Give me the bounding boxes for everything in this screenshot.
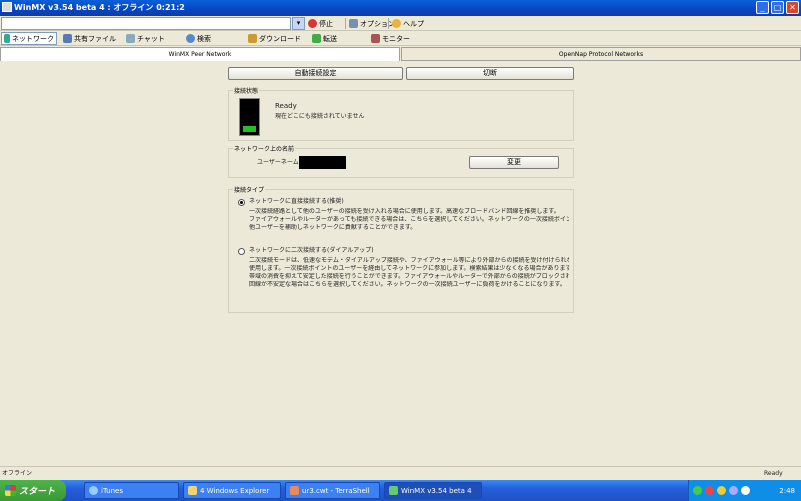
- clock: 2:48: [779, 486, 795, 495]
- taskbar-item[interactable]: 4 Windows Explorer: [183, 482, 281, 499]
- group-title: ネットワーク上の名前: [233, 144, 296, 153]
- disconnect-button[interactable]: 切断: [406, 67, 574, 80]
- stop-button[interactable]: 停止: [308, 17, 333, 30]
- taskbar-item[interactable]: ur3.cwt - TerraShell: [285, 482, 380, 499]
- taskbar-item[interactable]: iTunes: [84, 482, 179, 499]
- close-button[interactable]: ✕: [786, 1, 799, 14]
- secondary-desc-line: 二次接続モードは、低速なモデム・ダイアルアップ接続や、ファイアウォール等により外…: [249, 257, 569, 264]
- status-bar: オフライン Ready: [0, 466, 801, 480]
- meter-fill: [243, 126, 256, 132]
- secondary-desc-line: 回線が不安定な場合はこちらを選択してください。ネットワークの一次接続ユーザーに負…: [249, 281, 566, 288]
- tab-download[interactable]: ダウンロード: [246, 32, 303, 45]
- tab-network[interactable]: ネットワーク: [1, 32, 57, 45]
- connection-type-group: 接続タイプ ネットワークに直接接続する(推奨) 一次接続経路として他のユーザーの…: [228, 185, 574, 313]
- secondary-connection-label[interactable]: ネットワークに二次接続する(ダイアルアップ): [249, 247, 374, 255]
- group-title: 接続タイプ: [233, 185, 266, 194]
- tab-search[interactable]: 検索: [184, 32, 213, 45]
- minimize-button[interactable]: _: [756, 1, 769, 14]
- stop-icon: [308, 19, 317, 28]
- network-icon: [4, 34, 10, 43]
- connection-meter: [239, 98, 260, 136]
- toolbar-divider: [388, 18, 389, 29]
- search-icon: [186, 34, 195, 43]
- tab-winmx-peer-network[interactable]: WinMX Peer Network: [0, 47, 400, 61]
- secondary-desc-line: 帯域の消費を抑えて安定した接続を行うことができます。ファイアウォールやルーターで…: [249, 273, 569, 280]
- group-title: 接続状態: [233, 86, 260, 95]
- tab-monitor[interactable]: モニター: [369, 32, 412, 45]
- tab-shared-files[interactable]: 共有ファイル: [61, 32, 118, 45]
- title-bar: WinMX v3.54 beta 4 : オフライン 0:21:2 _ □ ✕: [0, 0, 801, 16]
- taskbar-item-active[interactable]: WinMX v3.54 beta 4: [384, 482, 482, 499]
- system-tray: 2:48: [688, 480, 801, 501]
- transfer-icon: [312, 34, 321, 43]
- tray-volume-icon[interactable]: [729, 486, 738, 495]
- chat-icon: [126, 34, 135, 43]
- username-label: ユーザーネーム: [257, 159, 299, 166]
- winmx-icon: [389, 486, 398, 495]
- help-button[interactable]: ヘルプ: [392, 17, 424, 30]
- search-input[interactable]: [1, 17, 291, 30]
- options-icon: [349, 19, 358, 28]
- status-heading: Ready: [275, 102, 297, 110]
- primary-desc-line: 他ユーザーを補助しネットワークに貢献することができます。: [249, 224, 417, 231]
- connection-status-group: 接続状態 Ready 現在どこにも接続されていません: [228, 86, 574, 141]
- tray-app-icon[interactable]: [741, 486, 750, 495]
- folder-icon: [188, 486, 197, 495]
- primary-connection-radio[interactable]: [238, 199, 245, 206]
- primary-connection-label[interactable]: ネットワークに直接接続する(推奨): [249, 198, 344, 206]
- start-button[interactable]: スタート: [0, 480, 66, 501]
- help-icon: [392, 19, 401, 28]
- primary-desc-line: ファイアウォールやルーターがあっても接続できる場合は、こちらを選択してください。…: [249, 216, 569, 223]
- tray-security-icon[interactable]: [705, 486, 714, 495]
- app-icon: [2, 2, 12, 12]
- primary-desc-line: 一次接続経路として他のユーザーの接続を受け入れる場合に使用します。高速なブロード…: [249, 208, 560, 215]
- toolbar-divider: [345, 18, 346, 29]
- change-name-button[interactable]: 変更: [469, 156, 559, 169]
- secondary-connection-radio[interactable]: [238, 248, 245, 255]
- taskbar: スタート iTunes 4 Windows Explorer ur3.cwt -…: [0, 480, 801, 501]
- maximize-button[interactable]: □: [771, 1, 784, 14]
- tray-alert-icon[interactable]: [717, 486, 726, 495]
- chevron-down-icon[interactable]: ▾: [292, 17, 305, 30]
- auto-connect-settings-button[interactable]: 自動接続設定: [228, 67, 403, 80]
- status-left: オフライン: [2, 470, 33, 477]
- network-name-group: ネットワーク上の名前 ユーザーネーム 変更: [228, 144, 574, 178]
- monitor-icon: [371, 34, 380, 43]
- network-tabs: WinMX Peer Network OpenNap Protocol Netw…: [0, 47, 801, 61]
- status-message: 現在どこにも接続されていません: [275, 113, 365, 120]
- status-right: Ready: [764, 470, 783, 477]
- tab-opennap-networks[interactable]: OpenNap Protocol Networks: [401, 47, 801, 61]
- secondary-desc-line: 使用します。一次接続ポイントのユーザーを経由してネットワークに参加します。検索結…: [249, 265, 569, 272]
- itunes-icon: [89, 486, 98, 495]
- folder-icon: [63, 34, 72, 43]
- tray-network-icon[interactable]: [693, 486, 702, 495]
- download-icon: [248, 34, 257, 43]
- nav-bar: ネットワーク 共有ファイル チャット 検索 ダウンロード 転送 モニター: [0, 31, 801, 46]
- tab-chat[interactable]: チャット: [124, 32, 167, 45]
- window-title: WinMX v3.54 beta 4 : オフライン 0:21:2: [14, 3, 185, 12]
- terminal-icon: [290, 486, 299, 495]
- username-field[interactable]: [299, 156, 346, 169]
- tab-transfer[interactable]: 転送: [310, 32, 339, 45]
- windows-flag-icon: [5, 485, 16, 496]
- main-panel: 自動接続設定 切断 接続状態 Ready 現在どこにも接続されていません ネット…: [0, 61, 801, 466]
- toolbar: ▾ 停止 オプション ヘルプ: [0, 16, 801, 31]
